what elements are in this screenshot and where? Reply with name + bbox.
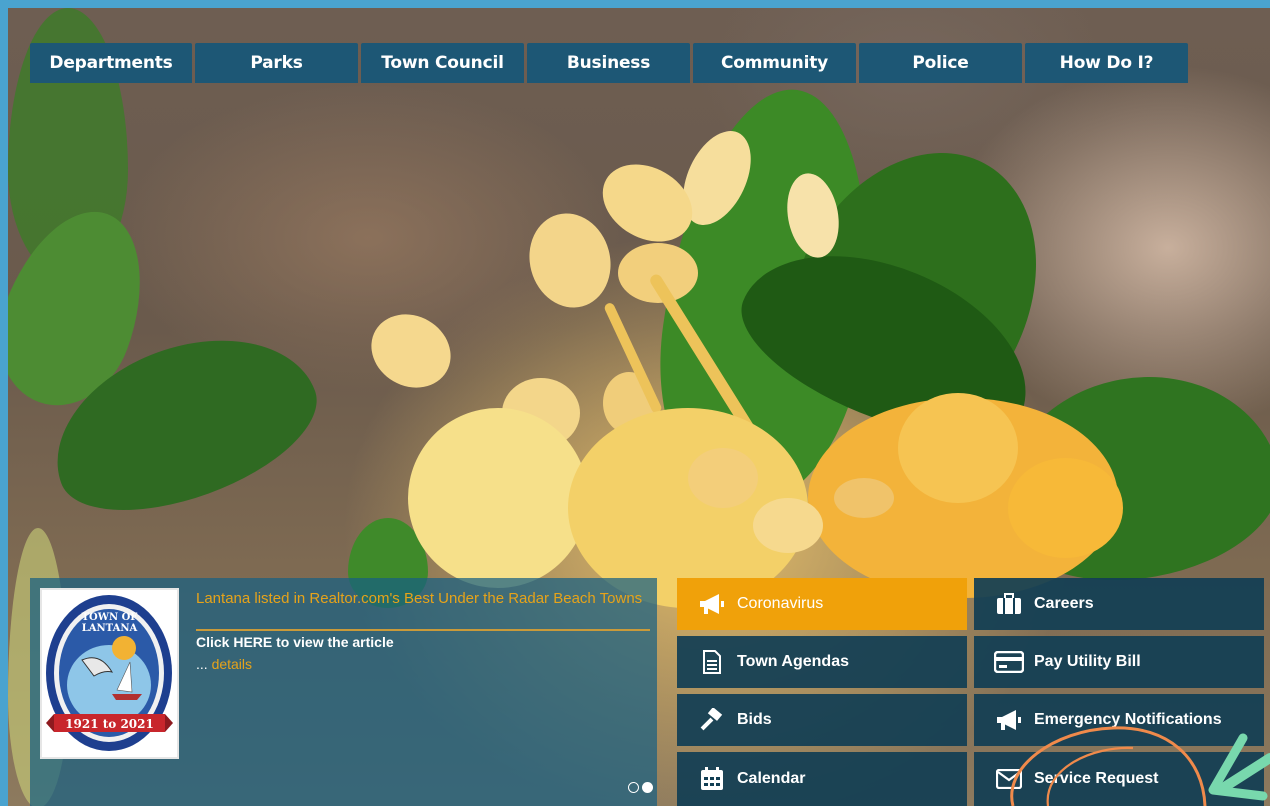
quick-link-label: Town Agendas <box>737 653 849 670</box>
quick-link-label: Service Request <box>1034 770 1159 787</box>
credit-card-icon <box>988 651 1030 673</box>
quick-link-coronavirus[interactable]: Coronavirus <box>677 578 967 630</box>
envelope-icon <box>988 769 1030 789</box>
town-seal-image[interactable]: TOWN OF LANTANA 1921 to 2021 <box>40 588 179 759</box>
megaphone-icon <box>988 709 1030 731</box>
nav-parks[interactable]: Parks <box>195 43 358 83</box>
nav-police[interactable]: Police <box>859 43 1022 83</box>
quick-link-town-agendas[interactable]: Town Agendas <box>677 636 967 688</box>
quick-link-calendar[interactable]: Calendar <box>677 752 967 806</box>
main-navigation: Departments Parks Town Council Business … <box>30 43 1188 83</box>
gavel-icon <box>691 708 733 732</box>
calendar-icon <box>691 767 733 791</box>
slide-pager <box>628 782 653 793</box>
megaphone-icon <box>691 593 733 615</box>
news-panel: TOWN OF LANTANA 1921 to 2021 Lantana lis… <box>30 578 657 806</box>
quick-link-label: Coronavirus <box>737 595 824 612</box>
quick-link-label: Emergency Notifications <box>1034 711 1222 728</box>
quick-link-service-request[interactable]: Service Request <box>974 752 1264 806</box>
pager-dot-2[interactable] <box>642 782 653 793</box>
news-details-row: ... details <box>196 656 252 672</box>
briefcase-icon <box>988 593 1030 615</box>
quick-link-careers[interactable]: Careers <box>974 578 1264 630</box>
news-headline-link[interactable]: Lantana listed in Realtor.com's Best Und… <box>196 590 646 607</box>
quick-link-label: Careers <box>1034 595 1094 612</box>
page-frame: Departments Parks Town Council Business … <box>8 8 1270 806</box>
document-icon <box>691 650 733 674</box>
seal-top-text: TOWN OF LANTANA <box>81 612 138 634</box>
quick-link-emergency-notifications[interactable]: Emergency Notifications <box>974 694 1264 746</box>
nav-departments[interactable]: Departments <box>30 43 192 83</box>
nav-how-do-i[interactable]: How Do I? <box>1025 43 1188 83</box>
seal-banner-text: 1921 to 2021 <box>65 717 154 731</box>
quick-link-label: Bids <box>737 711 772 728</box>
nav-business[interactable]: Business <box>527 43 690 83</box>
nav-town-council[interactable]: Town Council <box>361 43 524 83</box>
pager-dot-1[interactable] <box>628 782 639 793</box>
news-body-link[interactable]: Click HERE to view the article <box>196 634 394 650</box>
quick-link-pay-utility-bill[interactable]: Pay Utility Bill <box>974 636 1264 688</box>
news-divider <box>196 629 650 631</box>
details-ellipsis: ... <box>196 656 208 672</box>
quick-link-label: Calendar <box>737 770 806 787</box>
quick-link-bids[interactable]: Bids <box>677 694 967 746</box>
quick-link-label: Pay Utility Bill <box>1034 653 1141 670</box>
details-link[interactable]: details <box>212 656 252 672</box>
nav-community[interactable]: Community <box>693 43 856 83</box>
